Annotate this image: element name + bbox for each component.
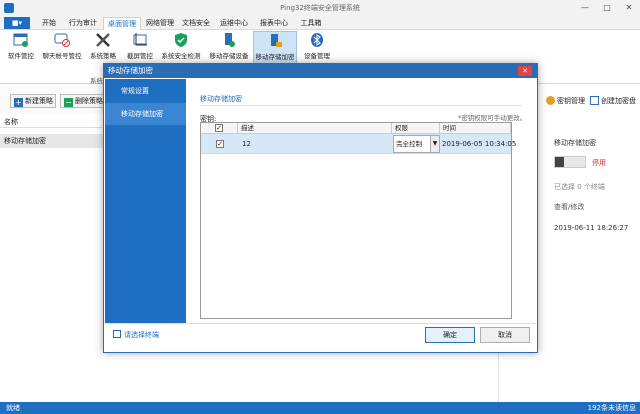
maximize-button[interactable]: □ — [597, 2, 617, 14]
header-select-all[interactable]: ✓ — [201, 123, 238, 134]
policy-date: 2019-06-11 18:26:27 — [554, 224, 629, 232]
disk-icon — [590, 96, 599, 105]
ribbon-label: 软件管控 — [8, 52, 34, 60]
screen-crop-icon — [133, 33, 147, 46]
header-description[interactable]: 描述 — [238, 123, 392, 134]
system-policy-button[interactable]: 系统策略 — [86, 31, 120, 64]
ribbon-label: 系统策略 — [90, 52, 116, 60]
nav-general-settings[interactable]: 常规设置 — [105, 80, 186, 102]
bluetooth-icon — [311, 33, 323, 47]
menu-start[interactable]: 开始 — [36, 17, 62, 30]
removable-storage-device-button[interactable]: 移动存储设备 — [207, 31, 251, 64]
nav-storage-encryption[interactable]: 移动存储加密 — [105, 103, 186, 125]
menu-network-management[interactable]: 网络管理 — [144, 17, 176, 30]
file-menu-button[interactable]: ■▾ — [4, 17, 30, 29]
usb-lock-icon — [271, 34, 282, 47]
toggle-status-label: 停用 — [592, 159, 606, 167]
select-terminal-link[interactable]: 请选择终端 — [113, 330, 159, 340]
row-checkbox[interactable]: ✓ — [216, 140, 224, 148]
permission-hint: *密钥权限可手动更改。 — [458, 114, 527, 122]
menu-ops-center[interactable]: 运维中心 — [218, 17, 250, 30]
row-time: 2019-06-05 10:34:05 — [442, 140, 517, 148]
unread-messages[interactable]: 192条未读信息 — [588, 402, 636, 414]
chat-block-icon — [54, 33, 70, 47]
status-bar: 就绪 192条未读信息 — [0, 402, 640, 414]
device-management-button[interactable]: 设备管理 — [301, 31, 333, 64]
tools-icon — [96, 33, 110, 47]
section-divider — [200, 105, 523, 106]
header-time[interactable]: 时间 — [440, 123, 511, 134]
plus-icon: + — [14, 98, 23, 107]
new-policy-button[interactable]: + 新建策略 — [10, 94, 56, 108]
menu-document-security[interactable]: 文档安全 — [180, 17, 212, 30]
ribbon-label: 截屏管控 — [127, 52, 153, 60]
policy-name: 移动存储加密 — [554, 139, 596, 147]
ribbon-label: 系统安全检测 — [161, 52, 201, 60]
key-icon — [546, 96, 555, 105]
ribbon-label: 聊天帐号管控 — [42, 52, 82, 60]
menu-report-center[interactable]: 报表中心 — [258, 17, 290, 30]
cancel-button[interactable]: 取消 — [480, 327, 530, 343]
view-edit-link[interactable]: 查看/修改 — [554, 202, 584, 212]
ribbon-label: 移动存储设备 — [209, 52, 249, 60]
minimize-button[interactable]: — — [575, 2, 595, 14]
menu-toolbox[interactable]: 工具箱 — [298, 17, 324, 30]
software-control-button[interactable]: 软件管控 — [4, 31, 38, 64]
ok-button[interactable]: 确定 — [425, 327, 475, 343]
chevron-down-icon[interactable]: ▼ — [430, 135, 440, 153]
selected-terminals-count: 已选择 0 个终端 — [554, 183, 605, 191]
permission-select[interactable]: 完全控制 — [393, 135, 431, 153]
close-window-button[interactable]: ✕ — [619, 2, 639, 14]
ribbon-label: 设备管理 — [304, 52, 330, 60]
minus-icon: − — [64, 98, 73, 107]
shield-check-icon — [175, 33, 187, 47]
terminal-icon — [113, 330, 121, 338]
ribbon-label: 移动存储加密 — [255, 53, 295, 61]
footer-divider — [105, 323, 536, 324]
column-header-name[interactable]: 名称 — [0, 116, 104, 128]
header-permission[interactable]: 权限 — [392, 123, 440, 134]
window-title: Ping32终端安全管理系统 — [280, 4, 360, 12]
create-encrypted-disk-button[interactable]: 创建加密盘 — [590, 96, 636, 106]
section-title: 移动存储加密 — [200, 95, 242, 103]
dialog-close-button[interactable]: ✕ — [518, 66, 532, 76]
dialog-title: 移动存储加密 — [103, 63, 538, 78]
system-security-check-button[interactable]: 系统安全检测 — [159, 31, 203, 64]
software-window-icon — [13, 33, 28, 47]
usb-drive-icon — [225, 33, 235, 47]
key-management-button[interactable]: 密钥管理 — [546, 96, 585, 106]
select-all-checkbox[interactable]: ✓ — [215, 124, 223, 132]
removable-storage-encryption-button[interactable]: 移动存储加密 — [253, 31, 297, 64]
screenshot-control-button[interactable]: 截屏管控 — [123, 31, 157, 64]
delete-policy-button[interactable]: − 删除策略 — [60, 94, 104, 108]
policy-list-item[interactable]: 移动存储加密 — [0, 134, 104, 148]
status-text: 就绪 — [6, 404, 20, 412]
menu-desktop-management[interactable]: 桌面管理 — [103, 17, 141, 30]
menu-behavior-audit[interactable]: 行为审计 — [66, 17, 100, 30]
chat-account-control-button[interactable]: 聊天帐号管控 — [40, 31, 84, 64]
toggle-knob — [555, 157, 564, 167]
row-description: 12 — [242, 140, 251, 148]
